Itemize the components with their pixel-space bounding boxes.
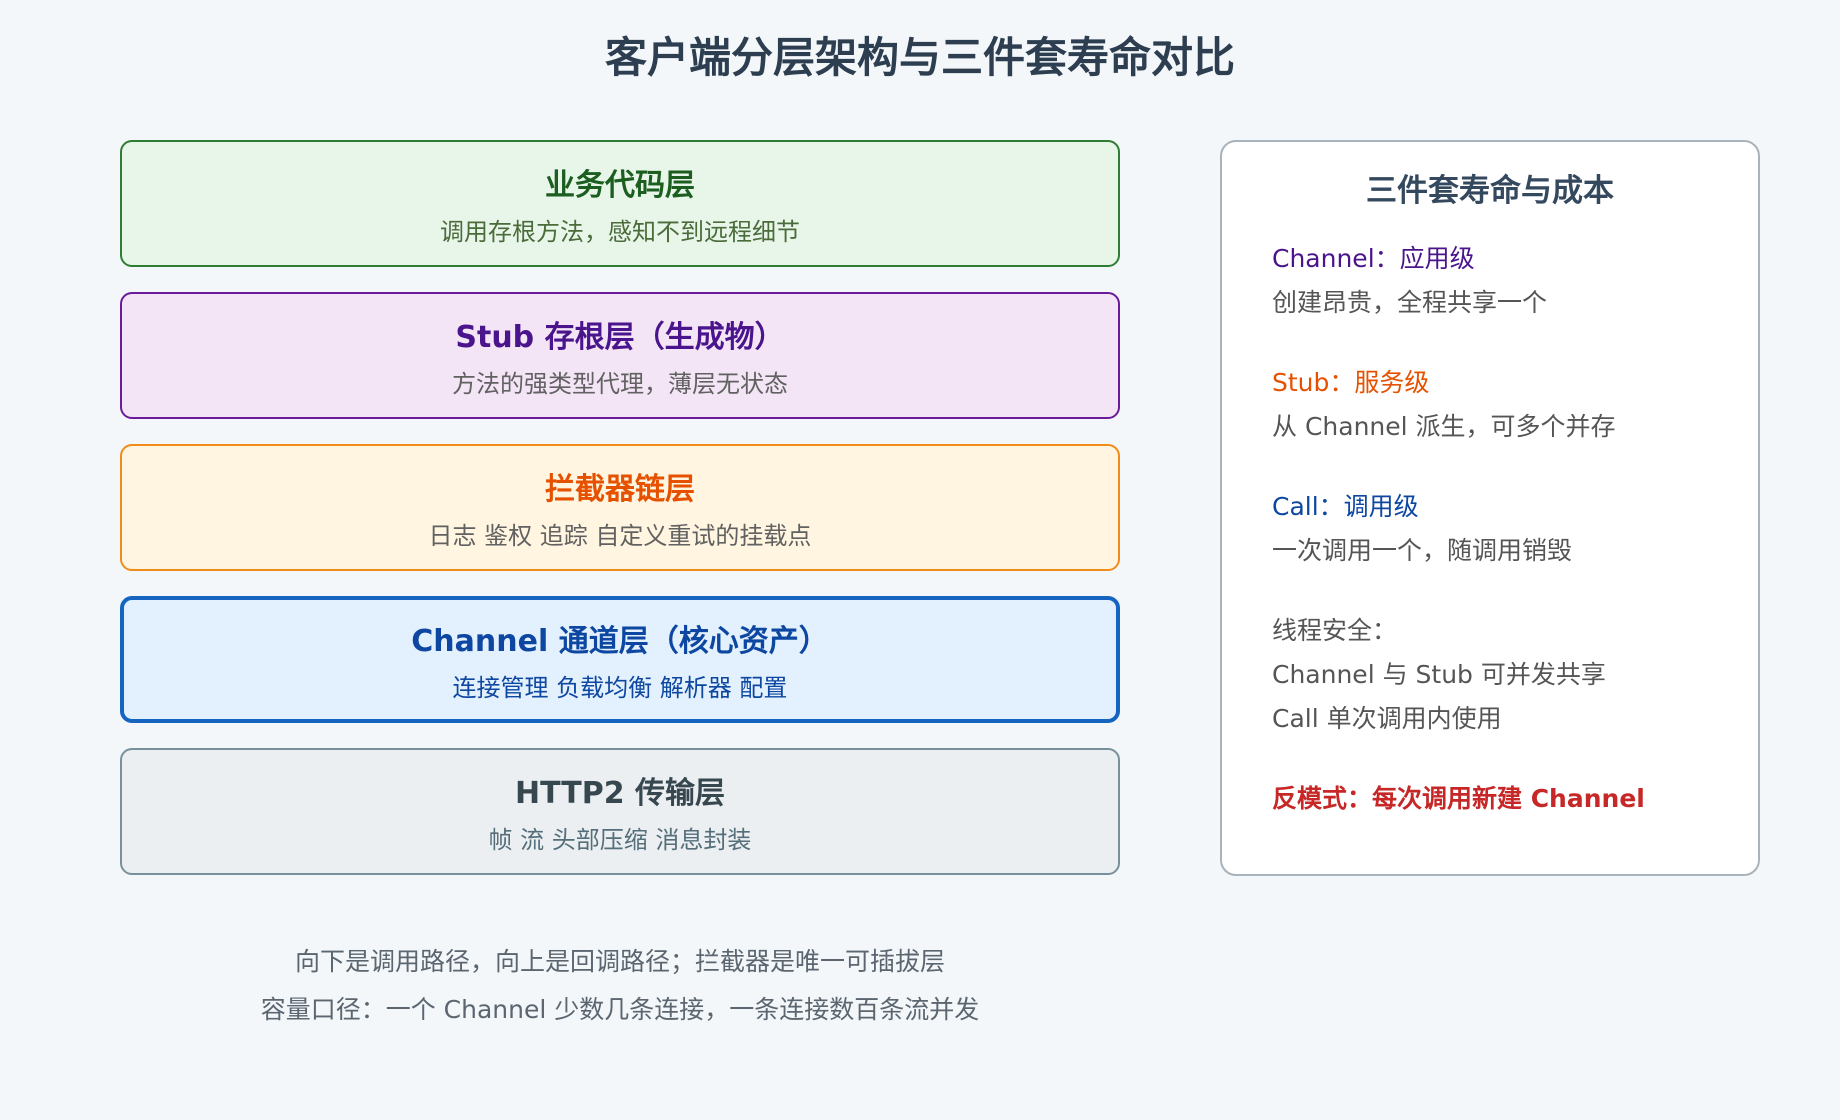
layer-channel: Channel 通道层（核心资产） 连接管理 负载均衡 解析器 配置	[120, 596, 1120, 723]
layer-desc: 连接管理 负载均衡 解析器 配置	[452, 674, 788, 702]
note-capacity: 容量口径：一个 Channel 少数几条连接，一条连接数百条流并发	[260, 995, 980, 1024]
layer-desc: 调用存根方法，感知不到远程细节	[440, 218, 800, 246]
layer-name: 业务代码层	[545, 168, 695, 203]
channel-scope: Channel：应用级	[1272, 244, 1475, 273]
channel-cost: 创建昂贵，全程共享一个	[1272, 288, 1548, 317]
stub-scope: Stub：服务级	[1272, 368, 1430, 397]
layer-name: Channel 通道层（核心资产）	[411, 624, 829, 659]
layer-stub: Stub 存根层（生成物） 方法的强类型代理，薄层无状态	[120, 292, 1120, 419]
layer-name: Stub 存根层（生成物）	[455, 320, 785, 355]
layer-name: 拦截器链层	[545, 472, 695, 507]
panel-title: 三件套寿命与成本	[1366, 173, 1614, 209]
lifecycle-panel: 三件套寿命与成本 Channel：应用级 创建昂贵，全程共享一个 Stub：服务…	[1220, 140, 1760, 876]
call-cost: 一次调用一个，随调用销毁	[1272, 536, 1573, 565]
anti-pattern-warning: 反模式：每次调用新建 Channel	[1272, 784, 1645, 813]
thread-safety-heading: 线程安全：	[1272, 616, 1398, 645]
layer-desc: 帧 流 头部压缩 消息封装	[488, 826, 752, 854]
thread-safety-call: Call 单次调用内使用	[1272, 704, 1502, 733]
thread-safety-shared: Channel 与 Stub 可并发共享	[1272, 660, 1606, 689]
layer-http2-transport: HTTP2 传输层 帧 流 头部压缩 消息封装	[120, 748, 1120, 875]
layer-interceptor-chain: 拦截器链层 日志 鉴权 追踪 自定义重试的挂载点	[120, 444, 1120, 571]
layer-desc: 方法的强类型代理，薄层无状态	[452, 370, 788, 398]
layer-desc: 日志 鉴权 追踪 自定义重试的挂载点	[428, 522, 812, 550]
note-call-path: 向下是调用路径，向上是回调路径；拦截器是唯一可插拔层	[294, 947, 945, 976]
layer-business-code: 业务代码层 调用存根方法，感知不到远程细节	[120, 140, 1120, 267]
diagram-title: 客户端分层架构与三件套寿命对比	[604, 33, 1235, 82]
stub-cost: 从 Channel 派生，可多个并存	[1272, 412, 1616, 441]
layer-name: HTTP2 传输层	[514, 776, 726, 811]
call-scope: Call：调用级	[1272, 492, 1419, 521]
